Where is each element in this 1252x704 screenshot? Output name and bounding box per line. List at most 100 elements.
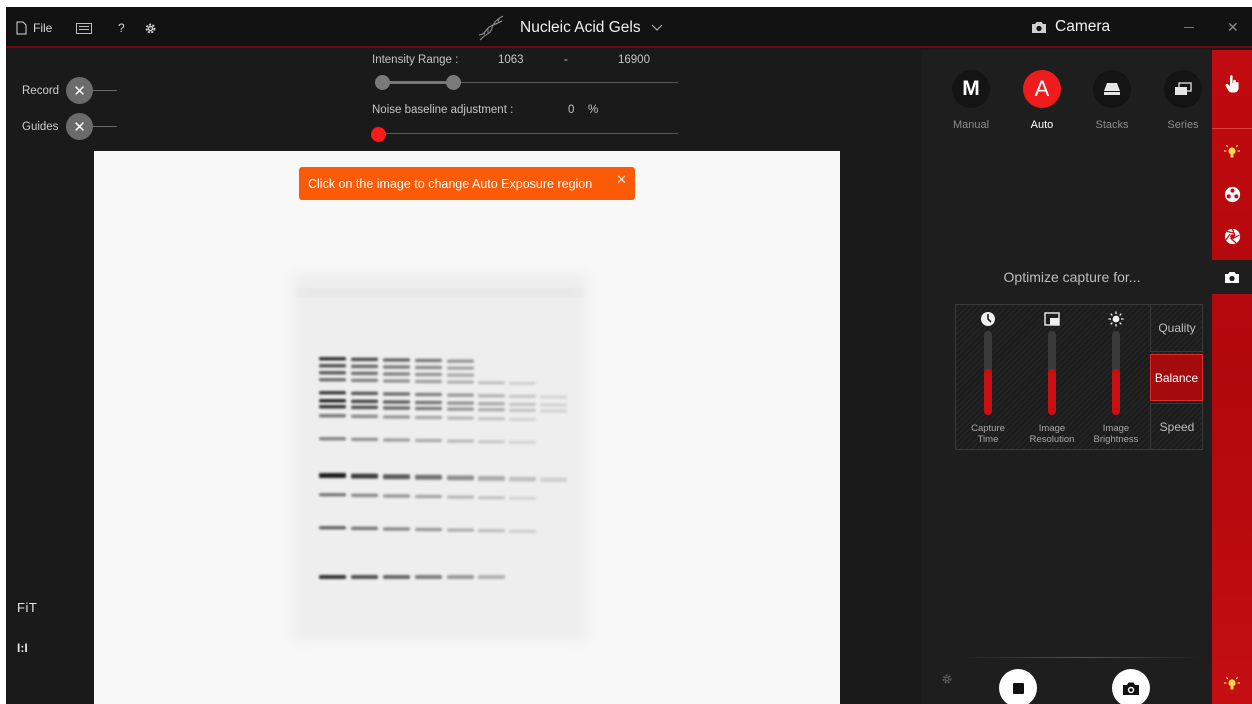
gel-band (383, 494, 410, 498)
mode-manual-button[interactable]: M Manual (946, 70, 996, 131)
chevron-down-icon (651, 24, 663, 31)
sun-icon (1108, 311, 1124, 327)
gel-band (351, 437, 378, 442)
gel-band (319, 437, 346, 441)
gel-band (415, 415, 442, 420)
gel-band (351, 378, 378, 383)
mode-manual-icon: M (952, 70, 990, 108)
capture-time-fill (984, 369, 992, 415)
rail-light-button[interactable] (1212, 136, 1252, 168)
capture-settings-button[interactable] (941, 672, 953, 690)
gel-band (415, 392, 442, 397)
gel-band (478, 402, 505, 406)
guides-toggle-track (93, 126, 117, 127)
gel-band (447, 380, 474, 384)
gel-band (540, 477, 567, 483)
gel-band (319, 371, 346, 375)
gel-band (447, 495, 474, 499)
gel-band (319, 473, 346, 478)
gel-band (447, 366, 474, 370)
noise-baseline-label: Noise baseline adjustment : (372, 104, 514, 116)
gel-band (319, 405, 346, 409)
gel-band (478, 575, 505, 579)
gel-band (447, 401, 474, 405)
optimize-capture-box: Capture Time Image Resolution Image Brightn… (955, 304, 1203, 450)
rail-filter-button[interactable] (1212, 178, 1252, 210)
gel-band (319, 526, 346, 530)
gel-image-viewport[interactable] (94, 151, 840, 704)
gel-band (383, 392, 410, 396)
dna-icon (478, 15, 504, 41)
gel-band (447, 407, 474, 411)
mode-auto-button[interactable]: A Auto (1017, 70, 1067, 131)
stop-button[interactable] (999, 669, 1037, 704)
intensity-max-handle[interactable] (446, 75, 461, 90)
capture-time-label: Capture Time (971, 423, 1005, 445)
resolution-icon (1044, 312, 1060, 326)
gel-band (447, 439, 474, 443)
file-menu-button[interactable]: File (16, 19, 52, 37)
settings-button[interactable] (144, 19, 157, 37)
rail-bottom-light-button[interactable] (1212, 668, 1252, 700)
record-toggle[interactable]: ✕ (66, 77, 93, 104)
tooltip-close-button[interactable]: ✕ (616, 172, 627, 188)
guides-toggle[interactable]: ✕ (66, 113, 93, 140)
preset-balance-button[interactable]: Balance (1150, 354, 1203, 401)
mode-manual-label: Manual (952, 119, 990, 131)
gel-band (509, 408, 536, 413)
rail-touch-button[interactable] (1212, 68, 1252, 100)
capture-button[interactable] (1112, 669, 1150, 704)
rail-camera-button[interactable] (1212, 260, 1252, 294)
gel-band (383, 406, 410, 410)
gel-band (383, 474, 410, 480)
gel-band (351, 364, 378, 369)
app-title-text: Nucleic Acid Gels (520, 19, 641, 36)
gel-band (415, 438, 442, 443)
keyboard-button[interactable] (76, 19, 92, 37)
minimize-button[interactable] (1184, 27, 1194, 28)
gel-band (383, 575, 410, 579)
image-brightness-meter: Image Brightness (1084, 305, 1148, 451)
mode-stacks-button[interactable]: Stacks (1087, 70, 1137, 131)
gel-band (509, 402, 536, 407)
gel-band (447, 575, 474, 579)
series-icon (1164, 70, 1202, 108)
auto-exposure-tooltip-text: Click on the image to change Auto Exposu… (308, 176, 593, 191)
image-brightness-fill (1112, 369, 1120, 415)
preset-speed-button[interactable]: Speed (1150, 403, 1203, 450)
preset-quality-button[interactable]: Quality (1150, 305, 1203, 352)
record-toggle-track (93, 90, 117, 91)
gel-band (383, 415, 410, 419)
optimize-title: Optimize capture for... (1003, 269, 1141, 285)
gel-band (447, 475, 474, 481)
intensity-min-value: 1063 (498, 54, 524, 66)
gel-band (383, 372, 410, 376)
gel-band (351, 493, 378, 498)
noise-baseline-unit: % (588, 104, 599, 116)
gel-band (383, 527, 410, 531)
aperture-icon (1224, 228, 1240, 244)
mode-auto-icon: A (1023, 70, 1061, 108)
noise-baseline-slider[interactable] (378, 133, 678, 134)
gel-band (351, 414, 378, 419)
actual-size-button[interactable]: I:I (17, 641, 28, 655)
gel-band (478, 417, 505, 421)
mode-stacks-label: Stacks (1095, 119, 1129, 131)
rail-aperture-button[interactable] (1212, 220, 1252, 252)
intensity-min-handle[interactable] (375, 75, 390, 90)
gel-band (351, 473, 378, 479)
gel-band (447, 528, 474, 532)
gear-icon (942, 674, 952, 684)
gel-band (415, 365, 442, 370)
camera-panel-title: Camera (1031, 18, 1110, 36)
gel-band (415, 379, 442, 384)
image-resolution-fill (1048, 369, 1056, 415)
help-button[interactable]: ? (118, 19, 125, 37)
application-selector[interactable]: Nucleic Acid Gels (476, 11, 663, 45)
noise-baseline-handle[interactable] (371, 127, 386, 142)
gel-band (478, 394, 505, 398)
mode-series-button[interactable]: Series (1158, 70, 1208, 131)
close-window-button[interactable]: ✕ (1227, 19, 1239, 36)
gel-band (415, 494, 442, 499)
fit-to-window-button[interactable]: FiT (17, 600, 37, 615)
